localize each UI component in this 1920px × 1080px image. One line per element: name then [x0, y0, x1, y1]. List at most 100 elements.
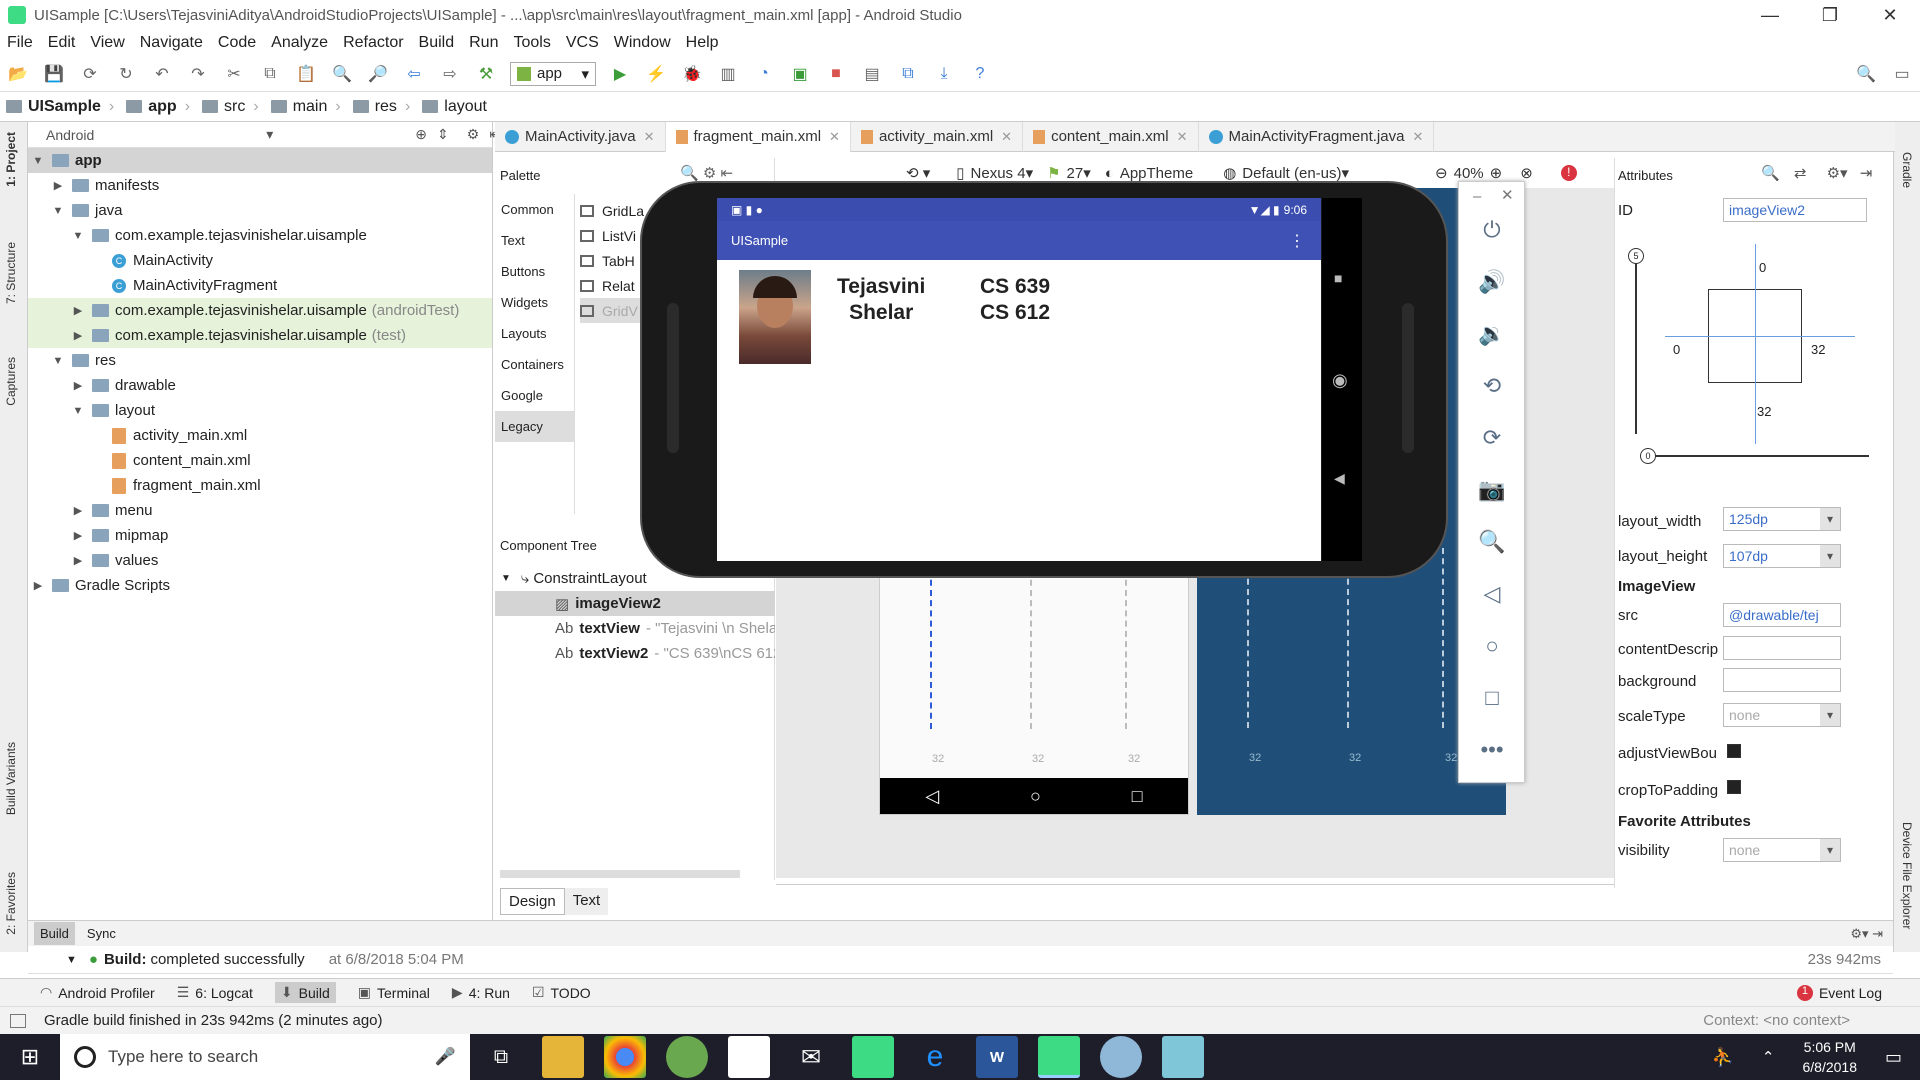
- menu-build[interactable]: Build: [412, 34, 463, 52]
- scaletype-select[interactable]: none: [1723, 703, 1841, 727]
- volume-up-icon[interactable]: 🔊: [1477, 267, 1507, 297]
- tree-item[interactable]: ▶ mipmap: [28, 523, 492, 548]
- editor-tab[interactable]: activity_main.xml ✕: [851, 121, 1024, 152]
- chevron-right-icon[interactable]: ▶: [50, 179, 66, 192]
- palette-item[interactable]: GridV: [580, 298, 645, 323]
- zoom-in-icon[interactable]: ⊕: [1490, 164, 1503, 182]
- horizontal-bias-slider[interactable]: [1647, 455, 1869, 457]
- palette-category[interactable]: Buttons: [495, 256, 574, 287]
- left-margin[interactable]: 0: [1673, 342, 1680, 357]
- minimize-icon[interactable]: —: [1740, 5, 1800, 26]
- tree-item[interactable]: ▼ com.example.tejasvinishelar.uisample: [28, 223, 492, 248]
- bottom-margin[interactable]: 32: [1757, 404, 1771, 419]
- sdk-manager-icon[interactable]: ⤓: [931, 61, 957, 87]
- text-tab[interactable]: Text: [564, 888, 609, 915]
- chevron-right-icon[interactable]: ▶: [70, 504, 86, 517]
- project-view-select[interactable]: Android: [46, 127, 94, 143]
- apply-changes-icon[interactable]: ⚡: [643, 61, 669, 87]
- people-icon[interactable]: ⛹: [1711, 1047, 1733, 1068]
- captures-tool-tab[interactable]: Captures: [4, 357, 18, 406]
- android-emulator-icon[interactable]: [1038, 1036, 1080, 1078]
- paint-icon[interactable]: [1100, 1036, 1142, 1078]
- chrome-icon[interactable]: [604, 1036, 646, 1078]
- chevron-down-icon[interactable]: ▼: [50, 355, 66, 367]
- rotate-right-icon[interactable]: ⟳: [1477, 423, 1507, 453]
- top-margin[interactable]: 0: [1759, 260, 1766, 275]
- chevron-right-icon[interactable]: ▶: [30, 579, 46, 592]
- edge-icon[interactable]: e: [914, 1036, 956, 1078]
- stop-icon[interactable]: ■: [823, 61, 849, 87]
- spring-tool-icon[interactable]: [666, 1036, 708, 1078]
- gradle-tool-tab[interactable]: Gradle: [1900, 152, 1914, 188]
- refresh-icon[interactable]: ↻: [113, 61, 139, 87]
- overview-icon[interactable]: □: [1477, 683, 1507, 713]
- file-explorer-icon[interactable]: [542, 1036, 584, 1078]
- tree-item[interactable]: ▶ drawable: [28, 373, 492, 398]
- device-file-explorer-tab[interactable]: Device File Explorer: [1900, 822, 1914, 929]
- profile-icon[interactable]: ◔: [751, 61, 777, 87]
- swap-icon[interactable]: ⇄: [1794, 165, 1807, 182]
- component-tree-item[interactable]: Ab textView - "Tejasvini \n Shela: [495, 616, 775, 641]
- task-view-icon[interactable]: ⧉: [480, 1036, 522, 1078]
- visibility-select[interactable]: none: [1723, 838, 1841, 862]
- tree-item[interactable]: ▶ Gradle Scripts: [28, 573, 492, 598]
- clock[interactable]: 5:06 PM 6/8/2018: [1802, 1037, 1857, 1077]
- palette-category[interactable]: Layouts: [495, 318, 574, 349]
- mail-icon[interactable]: ✉: [790, 1036, 832, 1078]
- back-icon[interactable]: ◀: [1334, 470, 1345, 487]
- open-icon[interactable]: 📂: [5, 61, 31, 87]
- cut-icon[interactable]: ✂: [221, 61, 247, 87]
- layout-height-field[interactable]: 107dp: [1723, 544, 1841, 568]
- chevron-down-icon[interactable]: ▼: [66, 954, 77, 966]
- hide-icon[interactable]: ⇤: [720, 165, 733, 182]
- minimize-icon[interactable]: –: [1473, 188, 1481, 205]
- vertical-bias-slider[interactable]: [1635, 256, 1637, 434]
- tool-window-button[interactable]: ☑ TODO: [532, 984, 591, 1001]
- hammer-icon[interactable]: ⚒: [473, 61, 499, 87]
- gear-icon[interactable]: ⚙: [467, 126, 480, 143]
- maximize-icon[interactable]: ❐: [1800, 5, 1860, 26]
- contentdescription-field[interactable]: [1723, 636, 1841, 660]
- src-field[interactable]: @drawable/tej: [1723, 603, 1841, 627]
- gear-icon[interactable]: ⚙▾ ⇥: [1850, 926, 1883, 942]
- palette-item[interactable]: ListVi: [580, 223, 644, 248]
- menu-help[interactable]: Help: [679, 34, 727, 52]
- background-field[interactable]: [1723, 668, 1841, 692]
- taskbar-search[interactable]: Type here to search 🎤: [60, 1034, 470, 1080]
- debug-icon[interactable]: 🐞: [679, 61, 705, 87]
- sync-icon[interactable]: ⟳: [77, 61, 103, 87]
- palette-category[interactable]: Google: [495, 380, 574, 411]
- tool-window-button[interactable]: ⬇ Build: [274, 982, 336, 1003]
- rotate-left-icon[interactable]: ⟲: [1477, 371, 1507, 401]
- build-tab[interactable]: Build: [34, 922, 75, 945]
- api-select[interactable]: 27: [1067, 165, 1084, 182]
- palette-category[interactable]: Containers: [495, 349, 574, 380]
- tool-window-button[interactable]: ▶ 4: Run: [452, 984, 510, 1001]
- locale-select[interactable]: Default (en-us): [1242, 165, 1341, 182]
- breadcrumb-item[interactable]: src ›: [196, 92, 265, 122]
- run-config-select[interactable]: app ▾: [510, 61, 596, 86]
- tree-item[interactable]: fragment_main.xml: [28, 473, 492, 498]
- help-icon[interactable]: ?: [967, 61, 993, 87]
- find-icon[interactable]: 🔍: [329, 61, 355, 87]
- chevron-down-icon[interactable]: ▼: [30, 155, 46, 167]
- palette-category[interactable]: Widgets: [495, 287, 574, 318]
- menu-window[interactable]: Window: [607, 34, 679, 52]
- chevron-down-icon[interactable]: ▾: [266, 126, 273, 143]
- close-tab-icon[interactable]: ✕: [1001, 129, 1012, 145]
- tool-window-button[interactable]: ◠ Android Profiler: [40, 984, 155, 1001]
- zoom-out-icon[interactable]: ⊖: [1435, 164, 1448, 182]
- breadcrumb-item[interactable]: app ›: [120, 92, 196, 122]
- palette-category[interactable]: Legacy: [495, 411, 574, 442]
- zoom-icon[interactable]: 🔍: [1477, 527, 1507, 557]
- close-tab-icon[interactable]: ✕: [1412, 129, 1423, 145]
- chevron-down-icon[interactable]: ▼: [501, 573, 511, 584]
- component-tree-item[interactable]: ▨ imageView2: [495, 591, 775, 616]
- project-structure-icon[interactable]: ⧉: [895, 61, 921, 87]
- id-field[interactable]: imageView2: [1723, 198, 1867, 222]
- editor-tab[interactable]: MainActivityFragment.java ✕: [1199, 121, 1435, 152]
- structure-tool-tab[interactable]: 7: Structure: [4, 242, 18, 304]
- run-icon[interactable]: ▶: [607, 61, 633, 87]
- palette-category[interactable]: Common: [495, 194, 574, 225]
- adjustviewbounds-checkbox[interactable]: [1727, 744, 1741, 758]
